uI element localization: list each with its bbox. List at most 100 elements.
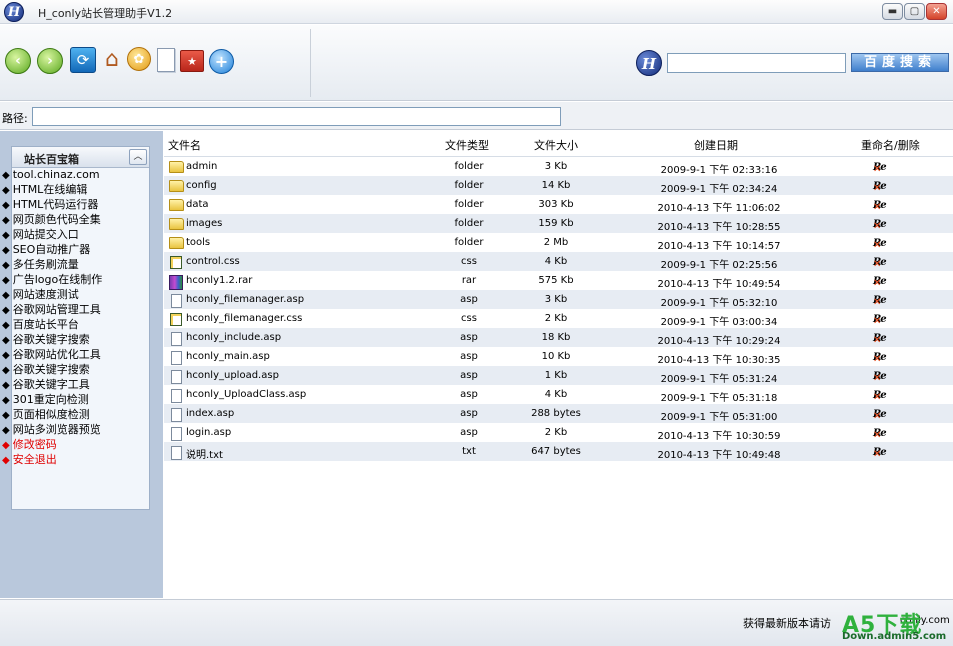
sidebar-link[interactable]: 网站提交入口: [2, 227, 102, 242]
sidebar-link[interactable]: SEO自动推广器: [2, 242, 102, 257]
sidebar-link[interactable]: 301重定向检测: [2, 392, 102, 407]
table-row[interactable]: hconly1.2.rar rar 575 Kb 2010-4-13 下午 10:49…: [164, 271, 953, 290]
back-arrow-icon: ‹: [15, 53, 21, 69]
sidebar-link[interactable]: 网页颜色代码全集: [2, 212, 102, 227]
table-row[interactable]: config folder 14 Kb 2009-9-1 下午 02:34:24 Re ✕: [164, 176, 953, 195]
sidebar-link[interactable]: HTML在线编辑: [2, 182, 102, 197]
forward-button[interactable]: ›: [37, 48, 63, 74]
css-file-icon: [170, 313, 182, 326]
change-password-link[interactable]: 修改密码: [2, 437, 102, 452]
file-name[interactable]: hconly_UploadClass.asp: [186, 389, 306, 400]
table-row[interactable]: control.css css 4 Kb 2009-9-1 下午 02:25:56 Re…: [164, 252, 953, 271]
delete-icon[interactable]: ✕: [873, 257, 881, 272]
table-row[interactable]: login.asp asp 2 Kb 2010-4-13 下午 10:30:59 Re ✕: [164, 423, 953, 442]
sidebar-link[interactable]: 谷歌关键字工具: [2, 377, 102, 392]
table-row[interactable]: 说明.txt txt 647 bytes 2010-4-13 下午 10:49:48 R…: [164, 442, 953, 461]
tag-button[interactable]: ✿: [127, 47, 151, 71]
table-row[interactable]: hconly_filemanager.css css 2 Kb 2009-9-1 下午…: [164, 309, 953, 328]
file-date: 2009-9-1 下午 05:31:18: [660, 393, 778, 404]
table-row[interactable]: hconly_filemanager.asp asp 3 Kb 2009-9-1 下午…: [164, 290, 953, 309]
status-bar: 获得最新版本请访 conly.com: [0, 599, 953, 646]
file-name[interactable]: 说明.txt: [186, 446, 223, 461]
file-name[interactable]: control.css: [186, 256, 240, 267]
file-name[interactable]: hconly_main.asp: [186, 351, 270, 362]
file-name[interactable]: hconly1.2.rar: [186, 275, 252, 286]
file-type: asp: [460, 427, 478, 438]
table-row[interactable]: data folder 303 Kb 2010-4-13 下午 11:06:02 Re ✕: [164, 195, 953, 214]
search-input[interactable]: [667, 53, 846, 73]
table-row[interactable]: hconly_UploadClass.asp asp 4 Kb 2009-9-1 下午…: [164, 385, 953, 404]
file-size: 647 bytes: [531, 446, 581, 457]
delete-icon[interactable]: ✕: [873, 371, 881, 386]
table-row[interactable]: images folder 159 Kb 2010-4-13 下午 10:28:55 R…: [164, 214, 953, 233]
column-date[interactable]: 创建日期: [694, 137, 738, 153]
delete-icon[interactable]: ✕: [873, 333, 881, 348]
collapse-button[interactable]: ︿: [129, 149, 147, 165]
tag-icon: ✿: [133, 51, 145, 67]
file-name[interactable]: login.asp: [186, 427, 231, 438]
sidebar-link[interactable]: 谷歌网站优化工具: [2, 347, 102, 362]
table-row[interactable]: hconly_upload.asp asp 1 Kb 2009-9-1 下午 05:3…: [164, 366, 953, 385]
table-row[interactable]: tools folder 2 Mb 2010-4-13 下午 10:14:57 Re ✕: [164, 233, 953, 252]
sidebar-link[interactable]: 多任务刷流量: [2, 257, 102, 272]
back-button[interactable]: ‹: [5, 48, 31, 74]
delete-icon[interactable]: ✕: [873, 200, 881, 215]
file-name[interactable]: data: [186, 199, 209, 210]
file-name[interactable]: hconly_filemanager.css: [186, 313, 302, 324]
sidebar-link[interactable]: tool.chinaz.com: [2, 167, 102, 182]
file-name[interactable]: admin: [186, 161, 217, 172]
close-button[interactable]: ✕: [926, 3, 947, 20]
refresh-button[interactable]: ⟳: [70, 47, 96, 73]
file-name[interactable]: hconly_filemanager.asp: [186, 294, 304, 305]
folder-icon: [169, 161, 184, 173]
sidebar-link[interactable]: 网站多浏览器预览: [2, 422, 102, 437]
column-type[interactable]: 文件类型: [445, 137, 489, 153]
delete-icon[interactable]: ✕: [873, 238, 881, 253]
home-button[interactable]: ⌂: [99, 46, 125, 72]
new-file-button[interactable]: [153, 47, 179, 73]
file-name[interactable]: config: [186, 180, 217, 191]
delete-icon[interactable]: ✕: [873, 162, 881, 177]
file-name[interactable]: tools: [186, 237, 210, 248]
sidebar-link[interactable]: 百度站长平台: [2, 317, 102, 332]
file-type: asp: [460, 294, 478, 305]
delete-icon[interactable]: ✕: [873, 276, 881, 291]
file-name[interactable]: index.asp: [186, 408, 234, 419]
delete-icon[interactable]: ✕: [873, 428, 881, 443]
favorite-button[interactable]: ★: [179, 48, 205, 74]
baidu-search-button[interactable]: 百度搜索: [851, 53, 949, 72]
delete-icon[interactable]: ✕: [873, 181, 881, 196]
delete-icon[interactable]: ✕: [873, 409, 881, 424]
add-button[interactable]: +: [209, 49, 234, 74]
file-rows: admin folder 3 Kb 2009-9-1 下午 02:33:16 Re ✕ co…: [164, 157, 953, 461]
visit-text: 获得最新版本请访: [743, 617, 831, 630]
table-row[interactable]: admin folder 3 Kb 2009-9-1 下午 02:33:16 Re ✕: [164, 157, 953, 176]
file-name[interactable]: hconly_include.asp: [186, 332, 281, 343]
sidebar-link[interactable]: 谷歌关键字搜索: [2, 362, 102, 377]
table-row[interactable]: index.asp asp 288 bytes 2009-9-1 下午 05:31:0…: [164, 404, 953, 423]
sidebar-link[interactable]: 页面相似度检测: [2, 407, 102, 422]
sidebar-link[interactable]: 网站速度测试: [2, 287, 102, 302]
maximize-button[interactable]: ▢: [904, 3, 925, 20]
minimize-button[interactable]: ▬: [882, 3, 903, 20]
path-input[interactable]: [32, 107, 561, 126]
logout-link[interactable]: 安全退出: [2, 452, 102, 467]
table-row[interactable]: hconly_main.asp asp 10 Kb 2010-4-13 下午 10:3…: [164, 347, 953, 366]
column-size[interactable]: 文件大小: [534, 137, 578, 153]
path-label: 路径:: [2, 112, 28, 125]
delete-icon[interactable]: ✕: [873, 295, 881, 310]
delete-icon[interactable]: ✕: [873, 447, 881, 462]
table-row[interactable]: hconly_include.asp asp 18 Kb 2010-4-13 下午 1…: [164, 328, 953, 347]
sidebar-link[interactable]: 谷歌关键字搜索: [2, 332, 102, 347]
file-name[interactable]: images: [186, 218, 222, 229]
sidebar-link[interactable]: HTML代码运行器: [2, 197, 102, 212]
delete-icon[interactable]: ✕: [873, 390, 881, 405]
delete-icon[interactable]: ✕: [873, 352, 881, 367]
column-name[interactable]: 文件名: [168, 137, 201, 153]
sidebar-link[interactable]: 谷歌网站管理工具: [2, 302, 102, 317]
delete-icon[interactable]: ✕: [873, 219, 881, 234]
delete-icon[interactable]: ✕: [873, 314, 881, 329]
sidebar-link[interactable]: 广告logo在线制作: [2, 272, 103, 287]
file-name[interactable]: hconly_upload.asp: [186, 370, 279, 381]
title-bar: H H_conly站长管理助手V1.2 ▬ ▢ ✕: [0, 0, 953, 24]
